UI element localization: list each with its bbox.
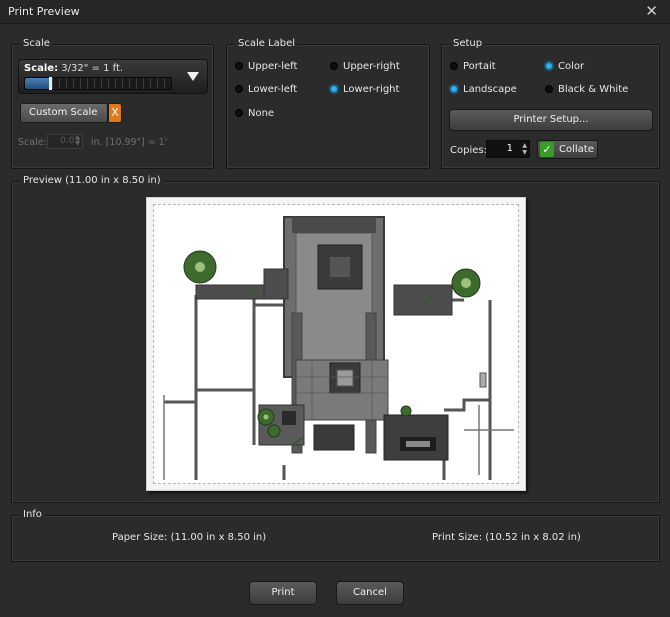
scale-dropdown-value: 3/32" = 1 ft. bbox=[61, 63, 124, 74]
info-group-legend: Info bbox=[20, 509, 45, 521]
radio-lower-left[interactable]: Lower-left bbox=[235, 84, 297, 96]
scale-field-row: Scale: 0.03 ▲ ▼ in. [10.99"] = 1' bbox=[18, 134, 167, 149]
spinner-arrows-icon[interactable]: ▲ ▼ bbox=[75, 135, 80, 147]
window-title: Print Preview bbox=[8, 5, 80, 18]
copies-value: 1 bbox=[506, 143, 513, 154]
radio-dot-icon bbox=[545, 85, 553, 93]
radio-label: Lower-right bbox=[343, 84, 400, 95]
scale-dropdown-prefix: Scale: bbox=[24, 63, 59, 74]
scale-dropdown-label: Scale: 3/32" = 1 ft. bbox=[24, 63, 123, 74]
radio-dot-icon bbox=[545, 62, 553, 70]
preview-group-legend: Preview (11.00 in x 8.50 in) bbox=[20, 175, 164, 187]
radio-label: Color bbox=[558, 61, 585, 72]
radio-dot-icon bbox=[235, 109, 243, 117]
radio-landscape[interactable]: Landscape bbox=[450, 84, 517, 96]
printer-setup-button[interactable]: Printer Setup... bbox=[449, 109, 653, 131]
radio-label: Portait bbox=[463, 61, 496, 72]
close-icon[interactable]: ✕ bbox=[645, 2, 658, 20]
scale-slider-knob[interactable] bbox=[49, 77, 53, 90]
radio-dot-icon bbox=[450, 62, 458, 70]
copies-stepper[interactable]: 1 ▲ ▼ bbox=[486, 140, 530, 158]
scale-label-group: Scale Label Upper-left Upper-right Lower… bbox=[226, 38, 430, 169]
radio-label: Upper-right bbox=[343, 61, 400, 72]
checkmark-icon: ✓ bbox=[540, 142, 554, 157]
print-button[interactable]: Print bbox=[249, 581, 317, 605]
radio-dot-icon bbox=[330, 85, 338, 93]
copies-label: Copies: bbox=[450, 145, 487, 156]
radio-label: Lower-left bbox=[248, 84, 298, 95]
radio-lower-right[interactable]: Lower-right bbox=[330, 84, 399, 96]
radio-portrait[interactable]: Portait bbox=[450, 61, 496, 73]
radio-dot-icon bbox=[330, 62, 338, 70]
preview-page-printable-area bbox=[153, 204, 519, 484]
radio-dot-icon bbox=[235, 85, 243, 93]
scale-field-label: Scale: bbox=[18, 137, 47, 148]
radio-label: Landscape bbox=[463, 84, 517, 95]
radio-label: Upper-left bbox=[248, 61, 298, 72]
radio-label: None bbox=[248, 108, 275, 119]
radio-color[interactable]: Color bbox=[545, 61, 584, 73]
radio-upper-right[interactable]: Upper-right bbox=[330, 61, 400, 73]
dropdown-arrow-icon[interactable] bbox=[187, 72, 199, 81]
scale-slider-fill bbox=[25, 78, 52, 89]
info-group: Info Paper Size: (11.00 in x 8.50 in) Pr… bbox=[11, 509, 660, 562]
radio-none[interactable]: None bbox=[235, 108, 274, 120]
collate-label: Collate bbox=[559, 144, 594, 155]
custom-scale-button[interactable]: Custom Scale bbox=[20, 103, 108, 123]
scale-dropdown[interactable]: Scale: 3/32" = 1 ft. bbox=[18, 59, 208, 94]
scale-slider[interactable] bbox=[24, 77, 172, 90]
radio-dot-icon bbox=[235, 62, 243, 70]
scale-group: Scale Scale: 3/32" = 1 ft. Custom Scale … bbox=[11, 38, 214, 169]
radio-dot-icon bbox=[450, 85, 458, 93]
paper-size-text: Paper Size: (11.00 in x 8.50 in) bbox=[112, 532, 267, 543]
radio-upper-left[interactable]: Upper-left bbox=[235, 61, 297, 73]
print-size-text: Print Size: (10.52 in x 8.02 in) bbox=[432, 532, 581, 543]
preview-page bbox=[146, 197, 526, 491]
setup-group: Setup Portait Color Landscape Black & Wh… bbox=[441, 38, 660, 169]
spinner-arrows-icon[interactable]: ▲ ▼ bbox=[522, 142, 527, 156]
scale-field-input[interactable]: 0.03 ▲ ▼ bbox=[47, 134, 83, 149]
scale-label-group-legend: Scale Label bbox=[235, 38, 299, 50]
scale-field-suffix: in. [10.99"] = 1' bbox=[91, 137, 168, 148]
setup-group-legend: Setup bbox=[450, 38, 486, 50]
cancel-button[interactable]: Cancel bbox=[336, 581, 404, 605]
radio-black-white[interactable]: Black & White bbox=[545, 84, 628, 96]
scale-group-legend: Scale bbox=[20, 38, 53, 50]
floor-plan-image bbox=[163, 216, 514, 480]
collate-checkbox[interactable]: ✓ Collate bbox=[537, 140, 598, 159]
title-bar: Print Preview ✕ bbox=[0, 0, 670, 24]
remove-custom-scale-icon[interactable]: X bbox=[108, 103, 122, 123]
radio-label: Black & White bbox=[558, 84, 629, 95]
